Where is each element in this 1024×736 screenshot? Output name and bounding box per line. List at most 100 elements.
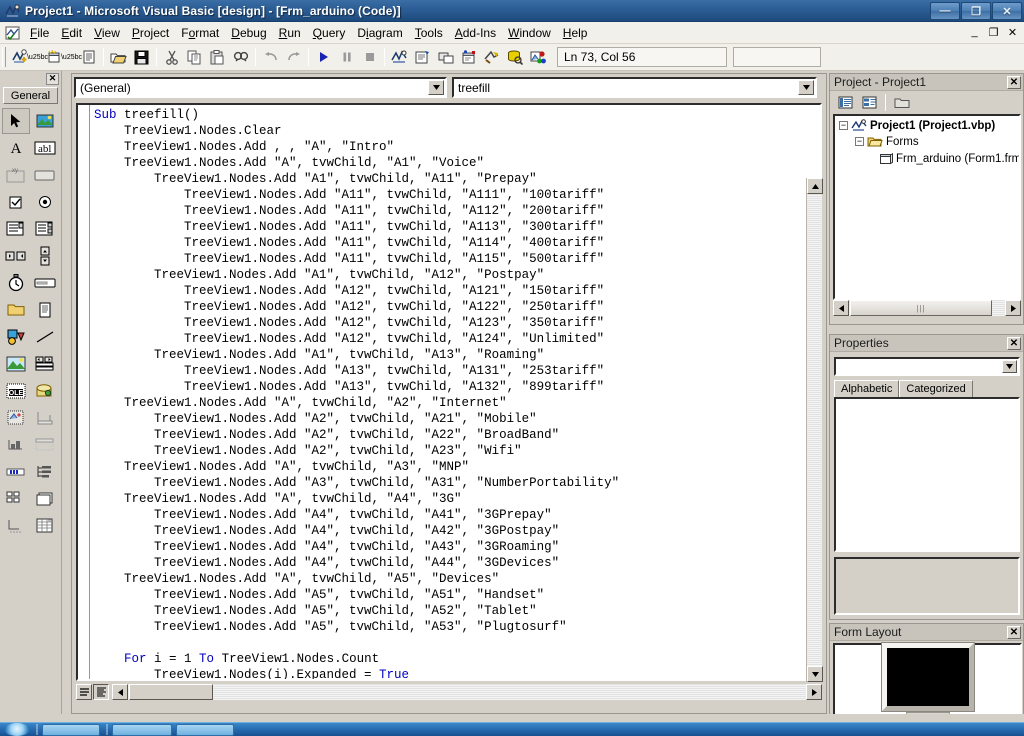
project-tree[interactable]: − Project1 (Project1.vbp) − Forms Frm_ar… <box>833 114 1021 300</box>
taskbar-item-1[interactable] <box>42 723 100 736</box>
line-tool[interactable] <box>31 324 59 350</box>
image-tool[interactable] <box>2 351 30 377</box>
richtextbox-tool[interactable] <box>2 405 30 431</box>
object-browser-icon[interactable] <box>457 46 480 68</box>
code-text[interactable]: Sub treefill() TreeView1.Nodes.Clear Tre… <box>94 107 619 679</box>
project-explorer-close-icon[interactable]: ✕ <box>1007 75 1021 89</box>
progressbar-tool[interactable] <box>2 432 30 458</box>
menu-tools[interactable]: Tools <box>409 24 449 42</box>
properties-combo-arrow-icon[interactable] <box>1002 360 1017 373</box>
menu-query[interactable]: Query <box>307 24 352 42</box>
menu-edit[interactable]: Edit <box>55 24 88 42</box>
paste-icon[interactable] <box>206 46 229 68</box>
ole-tool[interactable]: OLE <box>2 378 30 404</box>
menu-file[interactable]: File <box>24 24 55 42</box>
start-button[interactable] <box>4 723 30 736</box>
break-icon[interactable] <box>335 46 358 68</box>
pointer-tool[interactable] <box>2 108 30 134</box>
updown-tool[interactable] <box>2 513 30 539</box>
code-hscroll-thumb[interactable] <box>129 684 213 700</box>
properties-close-icon[interactable]: ✕ <box>1007 336 1021 350</box>
timer-tool[interactable] <box>2 270 30 296</box>
project-expander-icon[interactable]: − <box>839 121 848 130</box>
end-icon[interactable] <box>358 46 381 68</box>
monitor-screen[interactable] <box>880 642 975 712</box>
menu-help[interactable]: Help <box>557 24 594 42</box>
code-vertical-scrollbar[interactable] <box>806 178 823 682</box>
toolbox-close-icon[interactable]: ✕ <box>46 72 59 85</box>
checkbox-tool[interactable] <box>2 189 30 215</box>
menu-format[interactable]: Format <box>175 24 225 42</box>
minimize-button[interactable]: — <box>930 2 960 20</box>
slider-tool[interactable] <box>2 459 30 485</box>
filelistbox-tool[interactable] <box>31 297 59 323</box>
save-project-icon[interactable] <box>130 46 153 68</box>
procedure-view-icon[interactable] <box>76 684 92 700</box>
project-explorer-icon[interactable] <box>388 46 411 68</box>
toolbar-grip[interactable] <box>2 47 6 67</box>
imagelist-tool[interactable] <box>31 378 59 404</box>
data-view-window-icon[interactable] <box>503 46 526 68</box>
project-scroll-left-button[interactable] <box>833 300 849 316</box>
menu-debug[interactable]: Debug <box>225 24 272 42</box>
optionbutton-tool[interactable] <box>31 189 59 215</box>
project-explorer-hscrollbar[interactable]: ||| <box>833 300 1021 316</box>
add-form-dropdown-arrow[interactable]: \u25bc <box>61 46 82 68</box>
textbox-tool[interactable]: abl <box>31 135 59 161</box>
form-layout-canvas[interactable] <box>833 642 1022 717</box>
menu-window[interactable]: Window <box>502 24 557 42</box>
visual-component-manager-icon[interactable] <box>526 46 549 68</box>
tree-node-project[interactable]: − Project1 (Project1.vbp) <box>835 116 1019 133</box>
properties-window-icon[interactable] <box>411 46 434 68</box>
taskbar-item-2[interactable] <box>112 723 172 736</box>
toolbox-icon[interactable] <box>480 46 503 68</box>
taskbar-item-3[interactable] <box>176 723 234 736</box>
vscrollbar-tool[interactable] <box>31 243 59 269</box>
tree-node-form[interactable]: Frm_arduino (Form1.frm <box>835 150 1019 167</box>
menu-editor-icon[interactable] <box>77 46 100 68</box>
object-combo-arrow-icon[interactable] <box>428 80 444 95</box>
close-button[interactable]: ✕ <box>992 2 1022 20</box>
picturebox-tool[interactable] <box>31 108 59 134</box>
label-tool[interactable]: A <box>2 135 30 161</box>
menu-view[interactable]: View <box>88 24 126 42</box>
commandbutton-tool[interactable] <box>31 162 59 188</box>
add-project-dropdown-arrow[interactable]: \u25bc <box>27 46 48 68</box>
tree-node-forms[interactable]: − Forms <box>835 133 1019 150</box>
frame-tool[interactable]: xy <box>2 162 30 188</box>
menu-diagram[interactable]: Diagram <box>351 24 408 42</box>
code-scroll-left-button[interactable] <box>112 684 128 700</box>
undo-icon[interactable] <box>259 46 282 68</box>
properties-list[interactable] <box>834 397 1020 552</box>
code-editor-area[interactable]: Sub treefill() TreeView1.Nodes.Clear Tre… <box>76 103 822 681</box>
drivelistbox-tool[interactable] <box>31 270 59 296</box>
full-module-view-icon[interactable] <box>93 684 109 700</box>
imagecombo-tool[interactable] <box>31 486 59 512</box>
procedure-combo-arrow-icon[interactable] <box>798 80 814 95</box>
properties-object-combo[interactable] <box>834 357 1020 376</box>
form-layout-window-icon[interactable] <box>434 46 457 68</box>
code-scroll-down-button[interactable] <box>807 666 823 682</box>
menu-add-ins[interactable]: Add-Ins <box>449 24 502 42</box>
toolbox-tab-general[interactable]: General <box>3 87 58 104</box>
listbox-tool[interactable] <box>31 216 59 242</box>
toolbar-tool[interactable] <box>31 432 59 458</box>
cut-icon[interactable] <box>160 46 183 68</box>
view-code-icon[interactable] <box>834 92 856 112</box>
object-combo[interactable]: (General) <box>74 77 447 98</box>
form-layout-close-icon[interactable]: ✕ <box>1007 625 1021 639</box>
view-object-icon[interactable] <box>858 92 880 112</box>
code-horizontal-scrollbar[interactable] <box>112 684 822 700</box>
dirlistbox-tool[interactable] <box>2 297 30 323</box>
copy-icon[interactable] <box>183 46 206 68</box>
menu-run[interactable]: Run <box>273 24 307 42</box>
redo-icon[interactable] <box>282 46 305 68</box>
tab-categorized[interactable]: Categorized <box>899 380 973 397</box>
combobox-tool[interactable] <box>2 216 30 242</box>
hscrollbar-tool[interactable] <box>2 243 30 269</box>
project-hscroll-thumb[interactable]: ||| <box>850 300 992 316</box>
menu-project[interactable]: Project <box>126 24 175 42</box>
shape-tool[interactable] <box>2 324 30 350</box>
tabstrip-tool[interactable] <box>31 351 59 377</box>
project-scroll-right-button[interactable] <box>1005 300 1021 316</box>
